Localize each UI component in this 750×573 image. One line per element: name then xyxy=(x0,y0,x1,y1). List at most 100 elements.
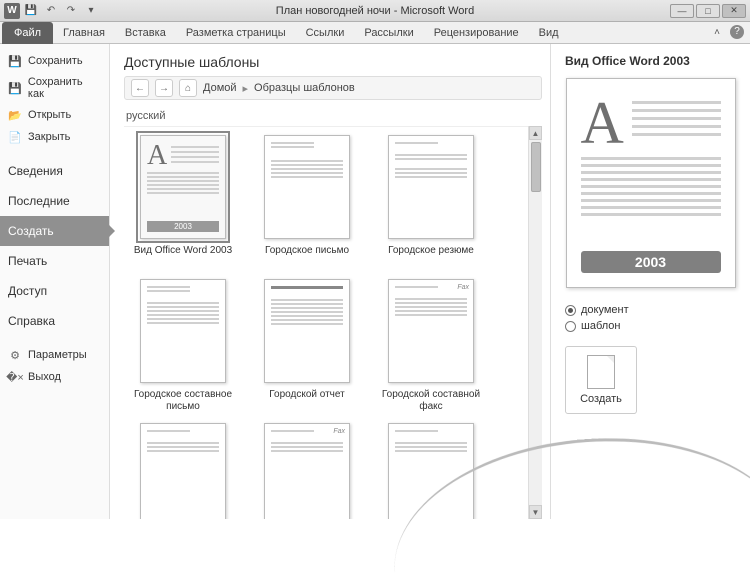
tab-insert[interactable]: Вставка xyxy=(115,22,176,44)
template-label: Вид Office Word 2003 xyxy=(134,245,232,269)
template-item[interactable]: Городской отчет xyxy=(252,279,362,413)
sidebar-item-info[interactable]: Сведения xyxy=(0,156,109,186)
template-thumb xyxy=(264,279,350,383)
ribbon-minimize-icon[interactable]: ˄ xyxy=(708,25,726,41)
sidebar-item-save[interactable]: 💾 Сохранить xyxy=(0,50,109,72)
template-label: Городское составное письмо xyxy=(128,389,238,413)
template-item[interactable] xyxy=(376,423,486,519)
section-label: русский xyxy=(124,106,542,126)
radio-icon xyxy=(565,305,576,316)
sidebar-label: Доступ xyxy=(8,284,47,298)
sidebar-item-exit[interactable]: �× Выход xyxy=(0,366,109,388)
sidebar-label: Сохранить как xyxy=(28,76,101,100)
template-label: Городской составной факс xyxy=(376,389,486,413)
template-item[interactable]: Городское письмо xyxy=(252,135,362,269)
template-thumb xyxy=(388,135,474,239)
sidebar-label: Создать xyxy=(8,224,54,238)
scroll-thumb[interactable] xyxy=(531,142,541,192)
scrollbar[interactable]: ▲ ▼ xyxy=(528,126,542,519)
tab-home[interactable]: Главная xyxy=(53,22,115,44)
backstage-sidebar: 💾 Сохранить 💾 Сохранить как 📂 Открыть 📄Закр… xyxy=(0,44,110,519)
redo-icon[interactable]: ↷ xyxy=(62,3,80,19)
exit-icon: �× xyxy=(8,370,22,384)
sidebar-item-open[interactable]: 📂 Открыть xyxy=(0,104,109,126)
template-scroll-area[interactable]: A 2003 Вид Office Word 2003 Городс xyxy=(124,126,528,519)
scroll-up-button[interactable]: ▲ xyxy=(529,126,542,140)
sidebar-label: Сохранить xyxy=(28,55,83,67)
sidebar-label: Справка xyxy=(8,314,55,328)
sidebar-item-print[interactable]: Печать xyxy=(0,246,109,276)
title-bar: W 💾 ↶ ↷ ▾ План новогодней ночи - Microso… xyxy=(0,0,750,22)
template-grid: A 2003 Вид Office Word 2003 Городс xyxy=(124,127,528,519)
preview-year: 2003 xyxy=(581,251,721,273)
sidebar-label: Открыть xyxy=(28,109,71,121)
tab-review[interactable]: Рецензирование xyxy=(424,22,529,44)
sidebar-label: Параметры xyxy=(28,349,87,361)
template-item[interactable]: Fax xyxy=(252,423,362,519)
chevron-right-icon: ▸ xyxy=(243,82,249,95)
qat-dropdown-icon[interactable]: ▾ xyxy=(82,3,100,19)
radio-icon xyxy=(565,321,576,332)
tab-layout[interactable]: Разметка страницы xyxy=(176,22,296,44)
window-controls: — □ ✕ xyxy=(670,4,746,18)
help-icon[interactable]: ? xyxy=(730,25,744,39)
sidebar-item-recent[interactable]: Последние xyxy=(0,186,109,216)
minimize-button[interactable]: — xyxy=(670,4,694,18)
breadcrumb-samples[interactable]: Образцы шаблонов xyxy=(254,82,355,94)
scroll-down-button[interactable]: ▼ xyxy=(529,505,542,519)
template-item[interactable] xyxy=(128,423,238,519)
template-item[interactable]: Городское составное письмо xyxy=(128,279,238,413)
breadcrumb: ← → ⌂ Домой ▸ Образцы шаблонов xyxy=(124,76,542,100)
backstage-view: 💾 Сохранить 💾 Сохранить как 📂 Открыть 📄Закр… xyxy=(0,44,750,519)
radio-template[interactable]: шаблон xyxy=(565,318,736,334)
quick-access-toolbar: W 💾 ↶ ↷ ▾ xyxy=(0,3,100,19)
panel-title: Доступные шаблоны xyxy=(124,54,542,70)
sidebar-item-save-as[interactable]: 💾 Сохранить как xyxy=(0,72,109,104)
radio-document[interactable]: документ xyxy=(565,302,736,318)
sidebar-label: Печать xyxy=(8,254,47,268)
save-icon: 💾 xyxy=(8,54,22,68)
sidebar-item-new[interactable]: Создать xyxy=(0,216,109,246)
create-type-radios: документ шаблон xyxy=(565,302,736,334)
template-label: Городское резюме xyxy=(388,245,474,269)
save-as-icon: 💾 xyxy=(8,81,22,95)
sidebar-item-close[interactable]: 📄Закрыть xyxy=(0,126,109,148)
create-label: Создать xyxy=(580,393,622,405)
tab-view[interactable]: Вид xyxy=(529,22,569,44)
template-thumb xyxy=(264,135,350,239)
sidebar-label: Выход xyxy=(28,371,61,383)
template-thumb: Fax xyxy=(388,279,474,383)
tab-references[interactable]: Ссылки xyxy=(296,22,355,44)
undo-icon[interactable]: ↶ xyxy=(42,3,60,19)
template-item[interactable]: A 2003 Вид Office Word 2003 xyxy=(128,135,238,269)
radio-label: документ xyxy=(581,304,629,316)
preview-thumb: A 2003 xyxy=(566,78,736,288)
sidebar-item-options[interactable]: ⚙ Параметры xyxy=(0,344,109,366)
sidebar-label: Сведения xyxy=(8,164,63,178)
nav-back-button[interactable]: ← xyxy=(131,79,149,97)
template-thumb xyxy=(140,423,226,519)
template-thumb xyxy=(388,423,474,519)
save-icon[interactable]: 💾 xyxy=(22,3,40,19)
file-tab[interactable]: Файл xyxy=(2,22,53,44)
open-icon: 📂 xyxy=(8,108,22,122)
word-app-icon[interactable]: W xyxy=(4,3,20,19)
template-item[interactable]: Fax Городской составной факс xyxy=(376,279,486,413)
backstage-main: Доступные шаблоны ← → ⌂ Домой ▸ Образцы … xyxy=(110,44,750,519)
sidebar-item-help[interactable]: Справка xyxy=(0,306,109,336)
template-thumb: A 2003 xyxy=(140,135,226,239)
close-file-icon: 📄 xyxy=(8,130,22,144)
nav-forward-button[interactable]: → xyxy=(155,79,173,97)
create-button[interactable]: Создать xyxy=(565,346,637,414)
preview-panel: Вид Office Word 2003 A 2003 документ шаб… xyxy=(550,44,750,519)
breadcrumb-home[interactable]: Домой xyxy=(203,82,237,94)
sidebar-label: Последние xyxy=(8,194,70,208)
maximize-button[interactable]: □ xyxy=(696,4,720,18)
template-thumb xyxy=(140,279,226,383)
options-icon: ⚙ xyxy=(8,348,22,362)
sidebar-item-share[interactable]: Доступ xyxy=(0,276,109,306)
template-item[interactable]: Городское резюме xyxy=(376,135,486,269)
home-icon[interactable]: ⌂ xyxy=(179,79,197,97)
tab-mailings[interactable]: Рассылки xyxy=(354,22,423,44)
close-button[interactable]: ✕ xyxy=(722,4,746,18)
